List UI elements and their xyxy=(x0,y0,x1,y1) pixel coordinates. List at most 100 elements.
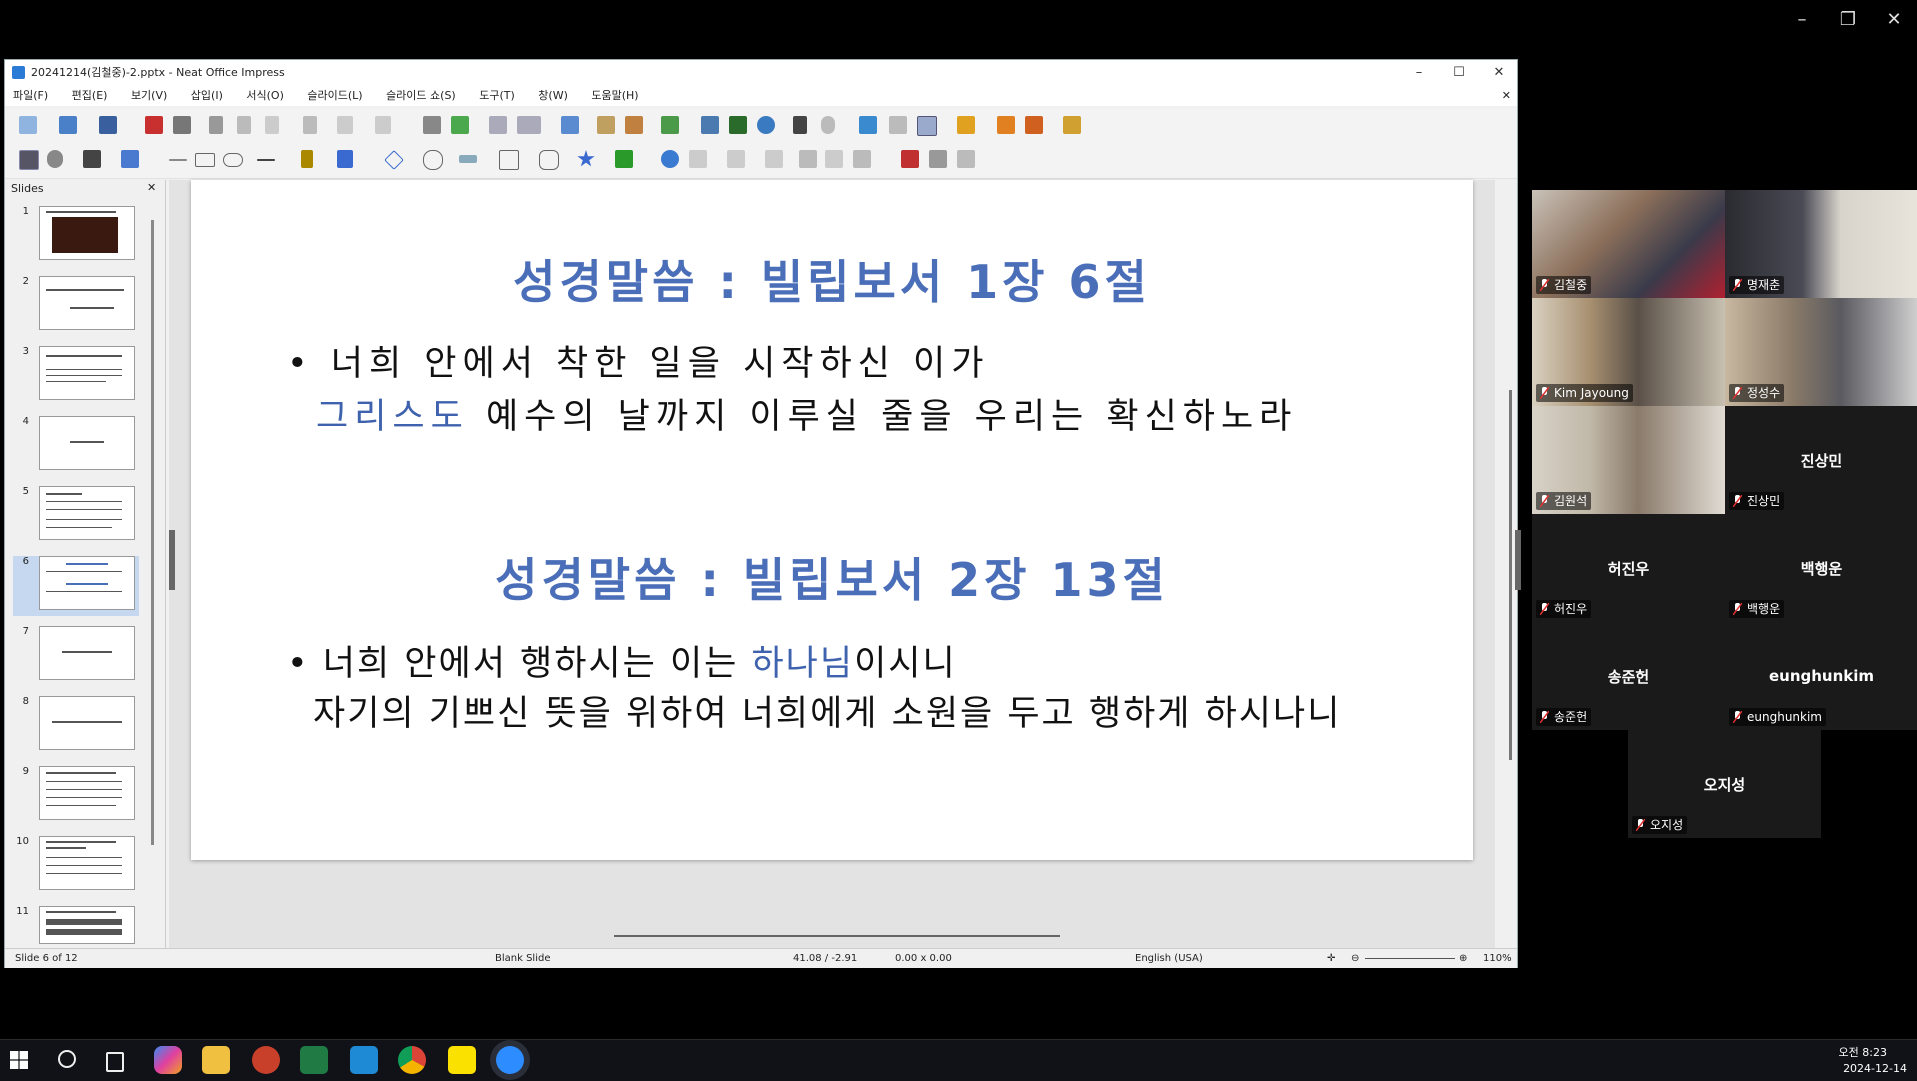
participant-tile-10[interactable]: eunghunkim eunghunkim xyxy=(1725,622,1917,730)
arrange-icon[interactable] xyxy=(727,150,745,168)
zoom-out-icon[interactable]: ⊖ xyxy=(1351,949,1359,968)
callouts-icon[interactable] xyxy=(539,150,559,170)
clone-formatting-icon[interactable] xyxy=(303,116,317,134)
new-icon[interactable] xyxy=(19,116,37,134)
maximize-button[interactable]: ☐ xyxy=(1439,60,1479,86)
undo-icon[interactable] xyxy=(337,116,353,134)
participant-tile-6[interactable]: 진상민 진상민 xyxy=(1725,406,1917,514)
powerpoint-icon[interactable] xyxy=(252,1046,280,1074)
participant-tile-1[interactable]: 김철중 xyxy=(1532,190,1725,298)
menu-file[interactable]: 파일(F) xyxy=(13,86,48,106)
menu-insert[interactable]: 삽입(I) xyxy=(191,86,223,106)
zoom-slider[interactable] xyxy=(1365,958,1455,959)
menu-window[interactable]: 창(W) xyxy=(538,86,568,106)
3d-effects-icon[interactable] xyxy=(957,150,975,168)
slide-thumb-6[interactable]: 6 xyxy=(13,556,139,616)
file-explorer-icon[interactable] xyxy=(202,1046,230,1074)
menu-slide[interactable]: 슬라이드(L) xyxy=(307,86,362,106)
taskbar-clock-time[interactable]: 오전 8:23 xyxy=(1839,1044,1887,1060)
3d-objects-icon[interactable] xyxy=(615,150,633,168)
insert-image-icon[interactable] xyxy=(701,116,719,134)
curve-icon[interactable] xyxy=(301,150,313,168)
close-button[interactable]: ✕ xyxy=(1479,60,1519,86)
zoom-in-icon[interactable]: ⊕ xyxy=(1459,949,1467,968)
copilot-icon[interactable] xyxy=(154,1046,182,1074)
participant-tile-2[interactable]: 명재춘 xyxy=(1725,190,1917,298)
slide-thumb-7[interactable]: 7 xyxy=(13,626,139,686)
insert-ole-icon[interactable] xyxy=(1025,116,1043,134)
ellipse-icon[interactable] xyxy=(223,153,243,167)
start-first-slide-icon[interactable] xyxy=(597,116,615,134)
new-slide-icon[interactable] xyxy=(661,116,679,134)
points-icon[interactable] xyxy=(889,116,907,134)
slide-thumb-11[interactable]: 11 xyxy=(13,906,139,946)
line-icon[interactable] xyxy=(169,159,187,161)
basic-shapes-icon[interactable] xyxy=(384,150,404,170)
fill-color-icon[interactable] xyxy=(121,150,139,168)
slide-transition-icon[interactable] xyxy=(1063,116,1081,134)
symbol-shapes-icon[interactable] xyxy=(423,150,443,170)
table-icon[interactable] xyxy=(489,116,507,134)
screen-restore-button[interactable]: ❐ xyxy=(1828,8,1868,32)
block-arrows-icon[interactable] xyxy=(459,155,477,163)
redo-icon[interactable] xyxy=(375,116,391,134)
insert-frame-icon[interactable] xyxy=(997,116,1015,134)
minimize-button[interactable]: – xyxy=(1399,60,1439,86)
screen-minimize-button[interactable]: – xyxy=(1782,8,1822,32)
excel-icon[interactable] xyxy=(300,1046,328,1074)
paste-icon[interactable] xyxy=(265,116,279,134)
export-pdf-icon[interactable] xyxy=(145,116,163,134)
status-zoom[interactable]: 110% xyxy=(1483,949,1512,968)
participant-tile-11[interactable]: 오지성 오지성 xyxy=(1628,730,1821,838)
slide-thumb-4[interactable]: 4 xyxy=(13,416,139,476)
status-language[interactable]: English (USA) xyxy=(1135,949,1203,968)
participant-tile-7[interactable]: 허진우 허진우 xyxy=(1532,514,1725,622)
menu-view[interactable]: 보기(V) xyxy=(131,86,167,106)
slide-canvas[interactable]: 성경말씀 : 빌립보서 1장 6절 • 너희 안에서 착한 일을 시작하신 이가… xyxy=(191,180,1473,860)
kakaotalk-icon[interactable] xyxy=(448,1046,476,1074)
menu-format[interactable]: 서식(O) xyxy=(246,86,283,106)
menu-edit[interactable]: 편집(E) xyxy=(72,86,108,106)
slide-thumb-2[interactable]: 2 xyxy=(13,276,139,336)
menu-help[interactable]: 도움말(H) xyxy=(591,86,638,106)
right-pane-handle[interactable] xyxy=(1515,530,1521,590)
taskbar-clock-date[interactable]: 2024-12-14 xyxy=(1843,1062,1907,1075)
search-icon[interactable] xyxy=(58,1050,76,1068)
slides-panel-scrollbar[interactable] xyxy=(151,220,154,845)
print-icon[interactable] xyxy=(173,116,191,134)
line-color-icon[interactable] xyxy=(83,150,101,168)
shadow-icon[interactable] xyxy=(799,150,817,168)
chrome-icon[interactable] xyxy=(398,1046,426,1074)
find-replace-icon[interactable] xyxy=(423,116,441,134)
toggle-extrusion-icon[interactable] xyxy=(901,150,919,168)
display-views-icon[interactable] xyxy=(517,116,541,134)
connector-icon[interactable] xyxy=(337,150,353,168)
copy-icon[interactable] xyxy=(237,116,251,134)
insert-slide-file-icon[interactable] xyxy=(957,116,975,134)
rectangle-icon[interactable] xyxy=(195,153,215,167)
insert-media-icon[interactable] xyxy=(757,116,775,134)
spelling-icon[interactable] xyxy=(451,116,469,134)
participant-tile-5[interactable]: 김원석 xyxy=(1532,406,1725,514)
save-icon[interactable] xyxy=(99,116,117,134)
rotate-icon[interactable] xyxy=(661,150,679,168)
zoom-app-icon[interactable] xyxy=(496,1046,524,1074)
text-box-icon[interactable] xyxy=(793,116,807,134)
show-draw-functions-icon[interactable] xyxy=(917,116,937,136)
insert-chart-icon[interactable] xyxy=(729,116,747,134)
participant-tile-3[interactable]: Kim Jayoung xyxy=(1532,298,1725,406)
filter-icon[interactable] xyxy=(853,150,871,168)
document-close-button[interactable]: ✕ xyxy=(1502,86,1511,106)
slide-thumb-8[interactable]: 8 xyxy=(13,696,139,756)
stars-icon[interactable] xyxy=(577,150,595,167)
slide-thumb-3[interactable]: 3 xyxy=(13,346,139,406)
vertical-scrollbar[interactable] xyxy=(1509,390,1512,760)
menu-slideshow[interactable]: 슬라이드 쇼(S) xyxy=(386,86,456,106)
open-icon[interactable] xyxy=(59,116,77,134)
slide-thumb-1[interactable]: 1 xyxy=(13,206,139,266)
hangul-icon[interactable] xyxy=(350,1046,378,1074)
distribute-icon[interactable] xyxy=(765,150,783,168)
participant-tile-8[interactable]: 백행운 백행운 xyxy=(1725,514,1917,622)
screen-close-button[interactable]: ✕ xyxy=(1874,8,1914,32)
master-slide-icon[interactable] xyxy=(561,116,579,134)
